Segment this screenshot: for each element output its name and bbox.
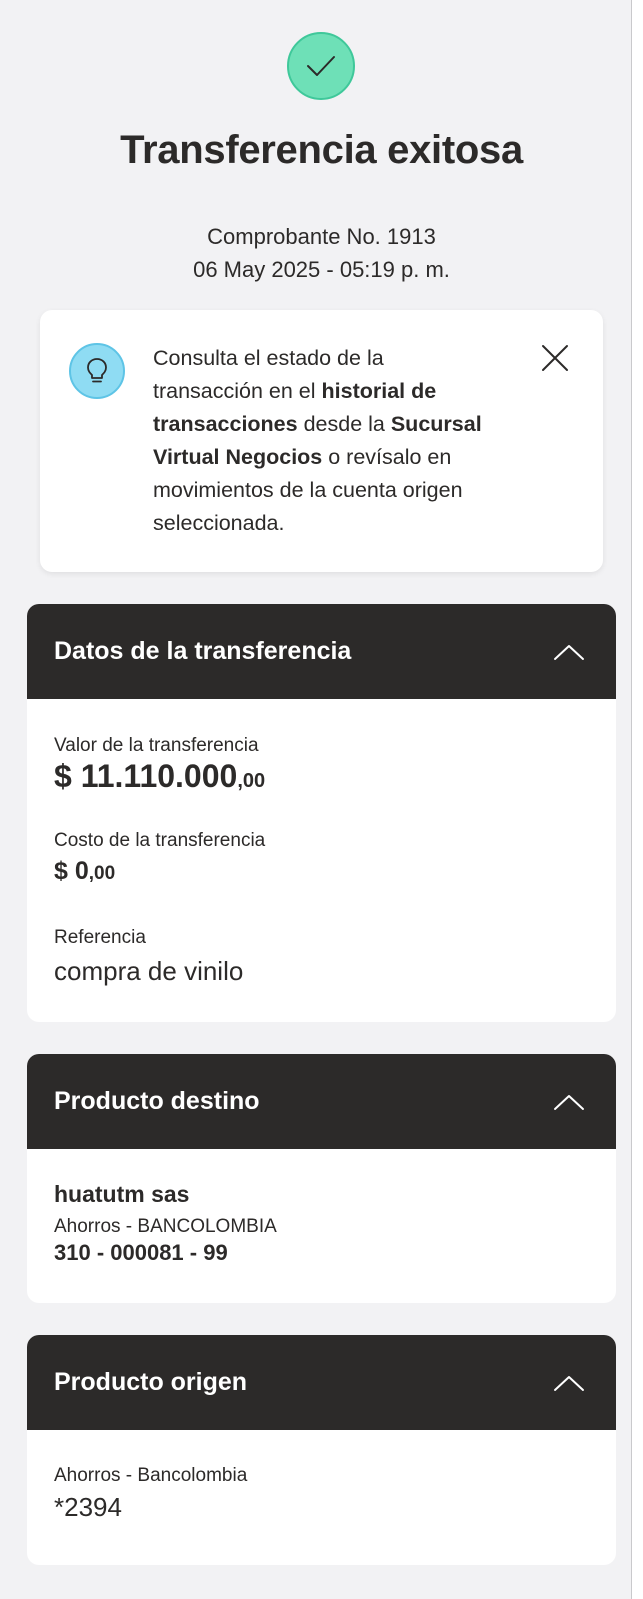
cost-value: $ 0,00 — [54, 857, 116, 885]
destination-account-type: Ahorros - BANCOLOMBIA — [54, 1216, 277, 1237]
page-title: Transferencia exitosa — [120, 128, 523, 172]
close-icon — [542, 345, 568, 371]
origin-product-section: Producto origen Ahorros - Bancolombia *2… — [27, 1335, 616, 1565]
reference-label: Referencia — [54, 927, 146, 948]
section-title: Producto origen — [54, 1368, 248, 1396]
section-title: Producto destino — [54, 1087, 260, 1115]
cost-label: Costo de la transferencia — [54, 830, 266, 851]
chevron-up-icon[interactable] — [552, 642, 586, 662]
voucher-info: Comprobante No. 1913 06 May 2025 - 05:19… — [0, 220, 643, 286]
origin-account-type: Ahorros - Bancolombia — [54, 1465, 248, 1486]
destination-product-section: Producto destino huatutm sas Ahorros - B… — [27, 1054, 616, 1303]
transfer-data-header[interactable]: Datos de la transferencia — [27, 604, 616, 699]
lightbulb-icon — [69, 343, 125, 399]
check-icon — [307, 56, 335, 76]
info-message: Consulta el estado de la transacción en … — [153, 346, 482, 535]
amount-value: $ 11.110.000,00 — [54, 758, 266, 794]
success-check-icon — [287, 32, 355, 100]
info-card: Consulta el estado de la transacción en … — [40, 310, 603, 572]
section-title: Datos de la transferencia — [54, 637, 352, 665]
transfer-data-section: Datos de la transferencia Valor de la tr… — [27, 604, 616, 1022]
destination-account-number: 310 - 000081 - 99 — [54, 1240, 228, 1265]
voucher-date: 06 May 2025 - 05:19 p. m. — [193, 257, 450, 282]
chevron-up-icon[interactable] — [552, 1092, 586, 1112]
origin-account-number: *2394 — [54, 1492, 122, 1522]
voucher-number: Comprobante No. 1913 — [207, 224, 436, 249]
origin-product-header[interactable]: Producto origen — [27, 1335, 616, 1430]
chevron-up-icon[interactable] — [552, 1373, 586, 1393]
amount-label: Valor de la transferencia — [54, 735, 259, 756]
reference-value: compra de vinilo — [54, 956, 244, 986]
destination-product-header[interactable]: Producto destino — [27, 1054, 616, 1149]
destination-name: huatutm sas — [54, 1181, 190, 1207]
close-button[interactable] — [537, 340, 573, 376]
